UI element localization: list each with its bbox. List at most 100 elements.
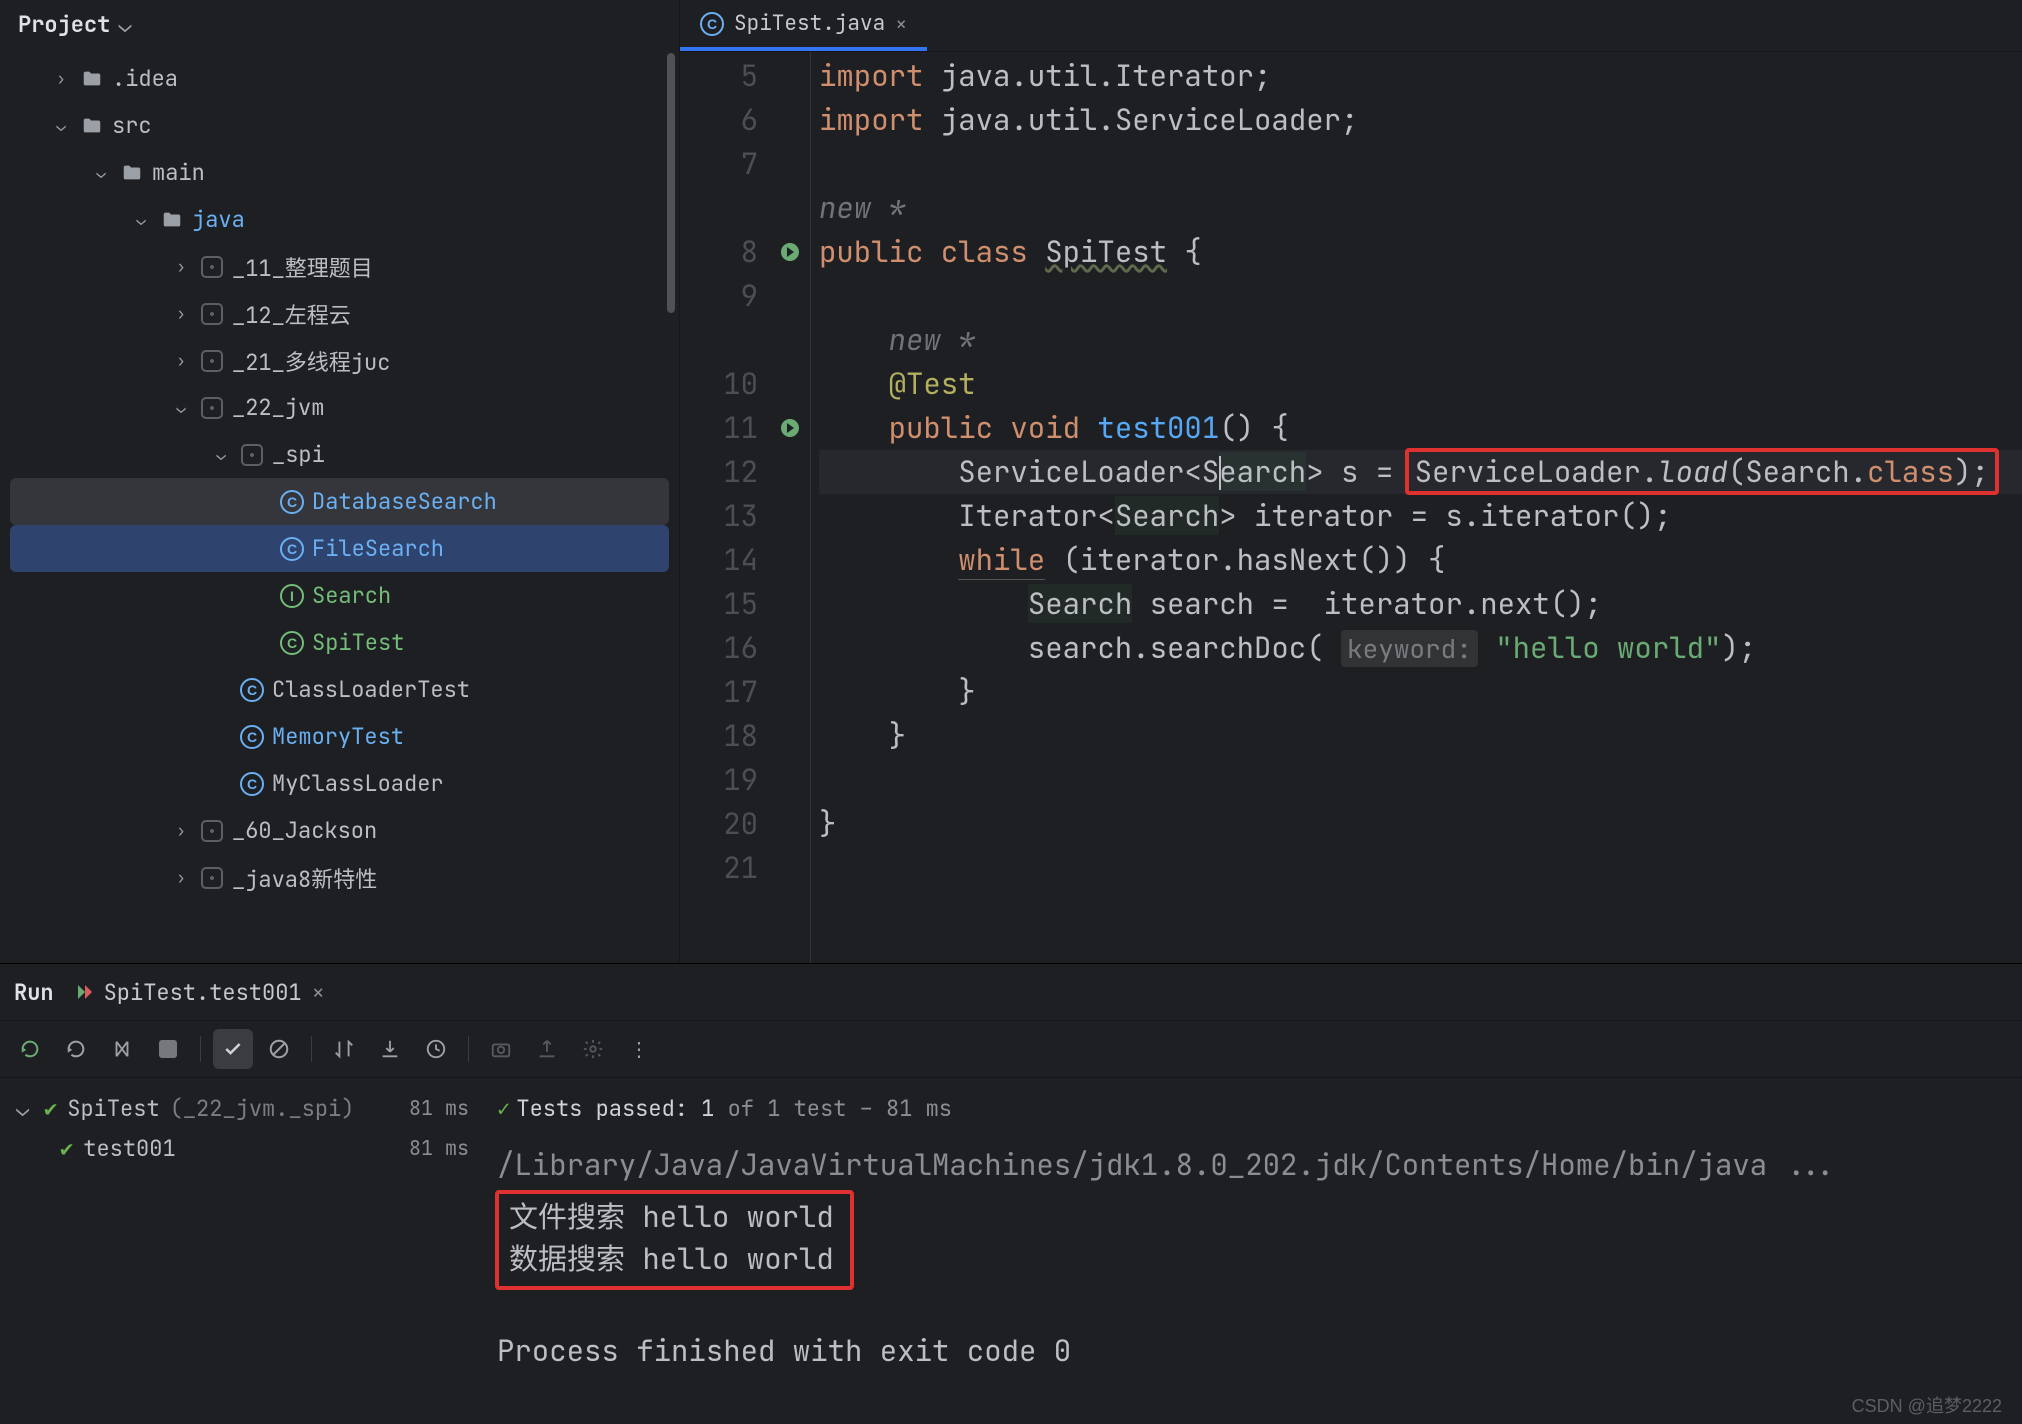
gutter-mark[interactable] (770, 670, 810, 714)
editor-panel: C SpiTest.java × 56789101112131415161718… (680, 0, 2022, 963)
gutter-mark[interactable] (770, 274, 810, 318)
run-tab[interactable]: SpiTest.test001 × (74, 978, 325, 1007)
tree-item[interactable]: ›_60_Jackson (10, 807, 669, 854)
more-icon[interactable]: ⋮ (619, 1029, 659, 1069)
line-number: 12 (680, 450, 758, 494)
gutter-mark[interactable] (770, 714, 810, 758)
tree-item[interactable]: CClassLoaderTest (10, 666, 669, 713)
line-number: 11 (680, 406, 758, 450)
gutter-mark[interactable] (770, 582, 810, 626)
tree-item[interactable]: ⌄_spi (10, 431, 669, 478)
gutter-mark[interactable] (770, 758, 810, 802)
tree-caret-icon: › (170, 350, 192, 371)
tree-item[interactable]: ›_11_整理题目 (10, 243, 669, 290)
gutter-mark[interactable] (770, 802, 810, 846)
tree-item[interactable]: C SpiTest (10, 619, 669, 666)
close-icon[interactable]: × (312, 978, 325, 1007)
gutter-mark[interactable] (770, 362, 810, 406)
pass-icon: ✔ (44, 1094, 57, 1123)
tree-item[interactable]: ⌄_22_jvm (10, 384, 669, 431)
tree-item[interactable]: C MyClassLoader (10, 760, 669, 807)
test-root-row[interactable]: ⌄ ✔ SpiTest (_22_jvm._spi) 81 ms (16, 1088, 469, 1128)
gutter-mark[interactable] (770, 626, 810, 670)
close-icon[interactable]: × (895, 11, 907, 37)
test-child-row[interactable]: ✔ test001 81 ms (16, 1128, 469, 1168)
tree-item[interactable]: ⌄main (10, 149, 669, 196)
test-package: (_22_jvm._spi) (170, 1094, 355, 1123)
tree-label: MemoryTest (272, 722, 404, 751)
gutter-mark[interactable] (770, 450, 810, 494)
editor-tab-bar[interactable]: C SpiTest.java × (680, 0, 2022, 52)
tree-item[interactable]: ›.idea (10, 55, 669, 102)
tree-item[interactable]: ISearch (10, 572, 669, 619)
test-time: 81 ms (409, 1095, 469, 1121)
stop-icon[interactable] (148, 1029, 188, 1069)
tree-label: _java8新特性 (232, 862, 377, 894)
tree-item[interactable]: ›_java8新特性 (10, 854, 669, 901)
class-icon: C (280, 490, 304, 514)
package-icon (200, 396, 224, 420)
tree-item[interactable]: ›_12_左程云 (10, 290, 669, 337)
tree-label: SpiTest (312, 628, 404, 657)
class-icon: C (280, 631, 304, 655)
history-icon[interactable] (416, 1029, 456, 1069)
editor-tab[interactable]: C SpiTest.java × (680, 0, 927, 51)
gutter-mark[interactable] (770, 406, 810, 450)
folder-icon (120, 161, 144, 185)
gutter-mark[interactable] (770, 318, 810, 362)
project-header[interactable]: Project ⌄ (0, 0, 679, 53)
tree-item[interactable]: ⌄src (10, 102, 669, 149)
tree-item[interactable]: ⌄java (10, 196, 669, 243)
gutter-mark[interactable] (770, 98, 810, 142)
gutter-mark[interactable] (770, 846, 810, 890)
tree-label: _22_jvm (232, 393, 324, 422)
gear-icon[interactable] (573, 1029, 613, 1069)
sort-icon[interactable] (324, 1029, 364, 1069)
tree-caret-icon: ⌄ (130, 209, 152, 230)
tree-item[interactable]: CFileSearch (10, 525, 669, 572)
line-number: 8 (680, 230, 758, 274)
gutter-mark[interactable] (770, 186, 810, 230)
scrollbar-thumb[interactable] (667, 53, 675, 313)
rerun-icon[interactable] (10, 1029, 50, 1069)
line-number: 17 (680, 670, 758, 714)
line-number: 18 (680, 714, 758, 758)
tree-item[interactable]: ›_21_多线程juc (10, 337, 669, 384)
status-suffix: of 1 test – 81 ms (714, 1094, 952, 1123)
gutter-mark[interactable] (770, 142, 810, 186)
folder-icon (80, 114, 104, 138)
line-number: 14 (680, 538, 758, 582)
run-gutter-icon[interactable] (781, 419, 799, 437)
separator (200, 1036, 201, 1062)
test-class-name: SpiTest (67, 1094, 159, 1123)
tree-item[interactable]: CDatabaseSearch (10, 478, 669, 525)
tree-label: MyClassLoader (272, 769, 444, 798)
package-icon (200, 255, 224, 279)
toggle-auto-icon[interactable] (102, 1029, 142, 1069)
class-icon: C (240, 772, 264, 796)
folder-icon (80, 67, 104, 91)
stdout-line: 文件搜索 hello world (509, 1196, 834, 1238)
run-gutter-icon[interactable] (781, 243, 799, 261)
tree-item[interactable]: CMemoryTest (10, 713, 669, 760)
package-icon (200, 819, 224, 843)
package-icon (240, 443, 264, 467)
project-panel: Project ⌄ ›.idea⌄src⌄main⌄java›_11_整理题目›… (0, 0, 680, 963)
import-icon[interactable] (370, 1029, 410, 1069)
code-area[interactable]: import java.util.Iterator; import java.u… (810, 52, 2022, 963)
rerun-failed-icon[interactable] (56, 1029, 96, 1069)
show-passed-icon[interactable] (213, 1029, 253, 1069)
export-icon[interactable] (527, 1029, 567, 1069)
console-output[interactable]: ✓ Tests passed: 1 of 1 test – 81 ms /Lib… (485, 1078, 2022, 1424)
editor-body[interactable]: 56789101112131415161718192021 import jav… (680, 52, 2022, 963)
show-ignored-icon[interactable] (259, 1029, 299, 1069)
gutter-mark[interactable] (770, 538, 810, 582)
line-number: 9 (680, 274, 758, 318)
project-tree[interactable]: ›.idea⌄src⌄main⌄java›_11_整理题目›_12_左程云›_2… (0, 53, 679, 963)
gutter-mark[interactable] (770, 494, 810, 538)
project-title: Project (18, 10, 110, 39)
test-tree[interactable]: ⌄ ✔ SpiTest (_22_jvm._spi) 81 ms ✔ test0… (0, 1078, 485, 1424)
gutter-mark[interactable] (770, 230, 810, 274)
gutter-mark[interactable] (770, 54, 810, 98)
screenshot-icon[interactable] (481, 1029, 521, 1069)
